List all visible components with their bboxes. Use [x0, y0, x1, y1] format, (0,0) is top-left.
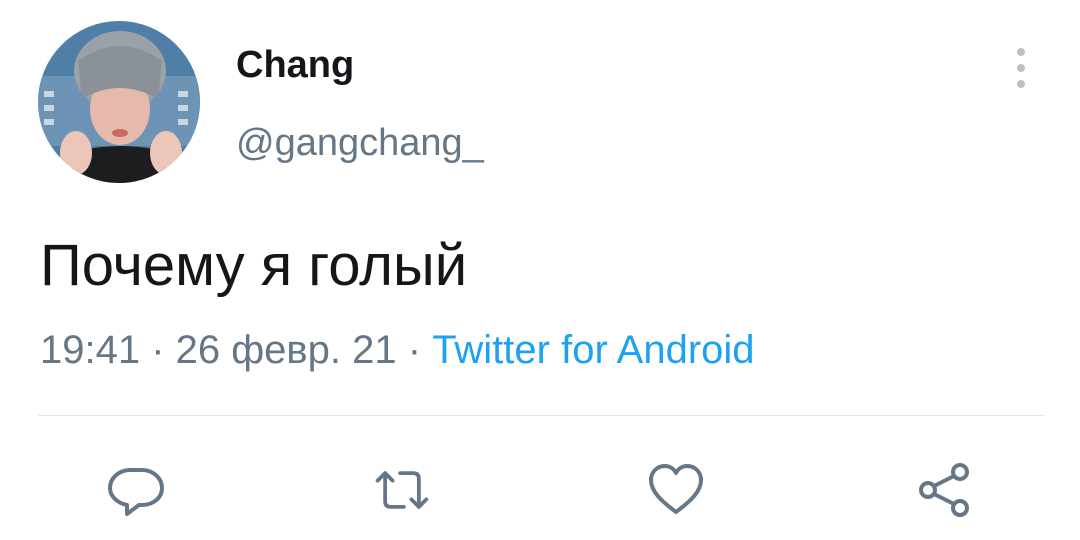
share-button[interactable]: [914, 460, 974, 520]
tweet-time: 19:41: [40, 328, 141, 372]
meta-separator: ·: [396, 328, 433, 372]
retweet-icon: [375, 471, 429, 509]
reply-button[interactable]: [106, 460, 166, 520]
avatar-image: [38, 21, 200, 183]
display-name[interactable]: Chang: [236, 44, 354, 87]
tweet-meta: 19:41 · 26 февр. 21 · Twitter for Androi…: [40, 328, 755, 373]
reply-icon: [108, 468, 164, 516]
divider: [38, 415, 1045, 416]
avatar[interactable]: [38, 21, 200, 183]
like-button[interactable]: [646, 460, 706, 520]
more-vertical-icon[interactable]: [1004, 44, 1038, 92]
tweet-date: 26 февр. 21: [175, 328, 397, 372]
heart-icon: [649, 464, 703, 514]
share-icon: [919, 463, 969, 517]
tweet-text: Почему я голый: [40, 233, 468, 298]
handle[interactable]: @gangchang_: [236, 122, 484, 165]
retweet-button[interactable]: [372, 460, 432, 520]
tweet-source-link[interactable]: Twitter for Android: [432, 328, 754, 372]
meta-separator: ·: [140, 328, 176, 372]
